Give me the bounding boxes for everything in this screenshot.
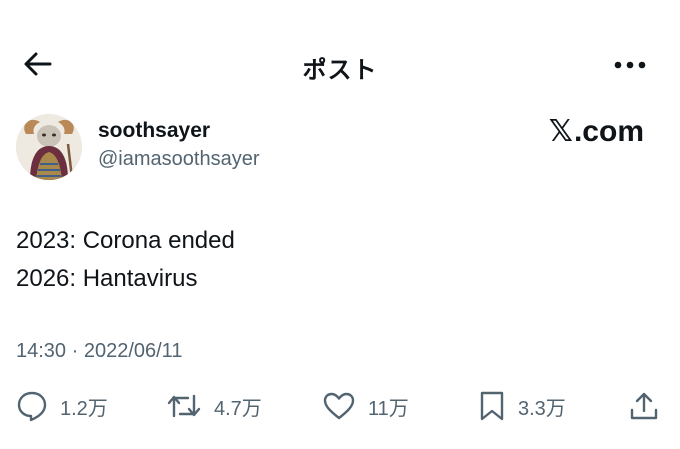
- avatar-image: [16, 114, 82, 180]
- share-button[interactable]: [628, 386, 660, 426]
- more-options-button[interactable]: [612, 52, 648, 78]
- reply-icon: [17, 391, 47, 422]
- share-icon: [630, 392, 658, 420]
- reply-count: 1.2万: [60, 397, 108, 420]
- avatar[interactable]: [16, 114, 82, 180]
- post-text: 2023: Corona ended 2026: Hantavirus: [16, 222, 235, 298]
- brand-suffix: .com: [573, 114, 644, 148]
- post-detail-page: ポスト soothsayer @iamasoothsayer 𝕏 .com 20…: [0, 0, 680, 449]
- x-brand-logo: 𝕏 .com: [549, 114, 644, 149]
- bookmark-button[interactable]: 3.3万: [478, 386, 566, 426]
- top-bar: ポスト: [0, 40, 680, 88]
- x-logo-icon: 𝕏: [548, 114, 573, 149]
- post-timestamp[interactable]: 14:30 · 2022/06/11: [16, 340, 182, 363]
- action-bar: 1.2万 4.7万 11万 3.3万: [0, 386, 680, 426]
- post-text-line: 2026: Hantavirus: [16, 265, 198, 292]
- display-name[interactable]: soothsayer: [98, 119, 210, 143]
- repost-count: 4.7万: [214, 397, 262, 420]
- heart-icon: [323, 392, 355, 420]
- more-horizontal-icon: [614, 61, 646, 69]
- bookmark-icon: [480, 391, 504, 421]
- user-handle[interactable]: @iamasoothsayer: [98, 148, 259, 171]
- like-button[interactable]: 11万: [322, 386, 409, 426]
- like-count: 11万: [368, 397, 409, 420]
- repost-icon: [167, 394, 201, 418]
- page-title: ポスト: [302, 57, 378, 84]
- repost-button[interactable]: 4.7万: [166, 386, 262, 426]
- post-text-line: 2023: Corona ended: [16, 227, 235, 254]
- bookmark-count: 3.3万: [518, 397, 566, 420]
- reply-button[interactable]: 1.2万: [16, 386, 108, 426]
